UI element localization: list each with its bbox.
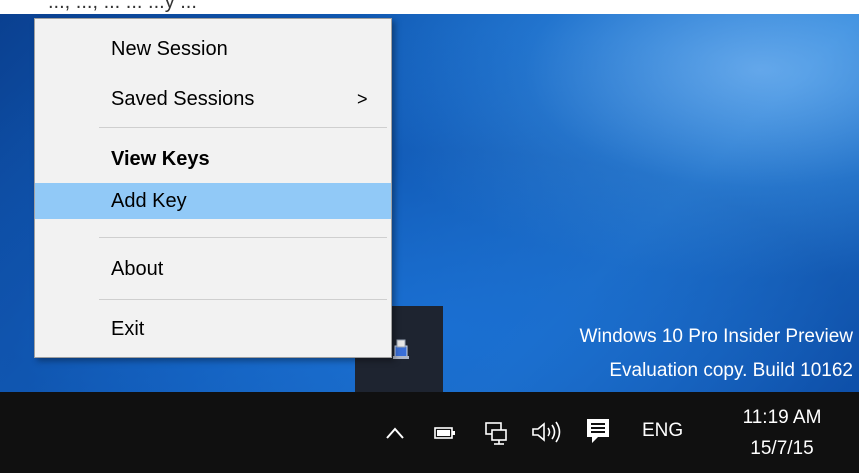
volume-icon[interactable] xyxy=(530,420,566,444)
menu-item-exit[interactable]: Exit xyxy=(35,311,391,347)
menu-separator xyxy=(99,127,387,128)
context-menu: New Session Saved Sessions > View Keys A… xyxy=(34,18,392,358)
menu-item-label: Add Key xyxy=(111,190,187,212)
menu-item-label: New Session xyxy=(111,38,228,60)
menu-item-label: Exit xyxy=(111,318,145,340)
menu-item-view-keys[interactable]: View Keys xyxy=(35,141,391,177)
menu-separator xyxy=(99,237,387,238)
menu-item-add-key[interactable]: Add Key xyxy=(35,183,391,219)
watermark-build: Evaluation copy. Build 10162 xyxy=(609,360,853,381)
menu-item-label: About xyxy=(111,258,164,280)
clock-date: 15/7/15 xyxy=(750,438,814,459)
clock-time: 11:19 AM xyxy=(742,407,822,428)
menu-item-label: View Keys xyxy=(111,148,210,170)
menu-separator xyxy=(99,299,387,300)
menu-item-new-session[interactable]: New Session xyxy=(35,31,391,67)
menu-item-label: Saved Sessions xyxy=(111,88,255,110)
language-indicator[interactable]: ENG xyxy=(642,420,683,442)
chevron-right-icon: > xyxy=(357,89,368,109)
watermark-edition: Windows 10 Pro Insider Preview xyxy=(579,326,854,347)
clock[interactable]: 11:19 AM 15/7/15 xyxy=(712,402,852,464)
chevron-up-icon[interactable] xyxy=(384,425,406,441)
pageant-tray-icon[interactable] xyxy=(392,338,410,360)
window-edge-strip: ..., ..., ... ... ...y ... xyxy=(0,0,859,14)
network-icon[interactable] xyxy=(484,421,508,445)
partial-text: ..., ..., ... ... ...y ... xyxy=(48,0,197,13)
menu-item-saved-sessions[interactable]: Saved Sessions > xyxy=(35,81,391,117)
action-center-icon[interactable] xyxy=(586,418,610,444)
menu-item-about[interactable]: About xyxy=(35,251,391,287)
battery-icon[interactable] xyxy=(434,426,456,440)
